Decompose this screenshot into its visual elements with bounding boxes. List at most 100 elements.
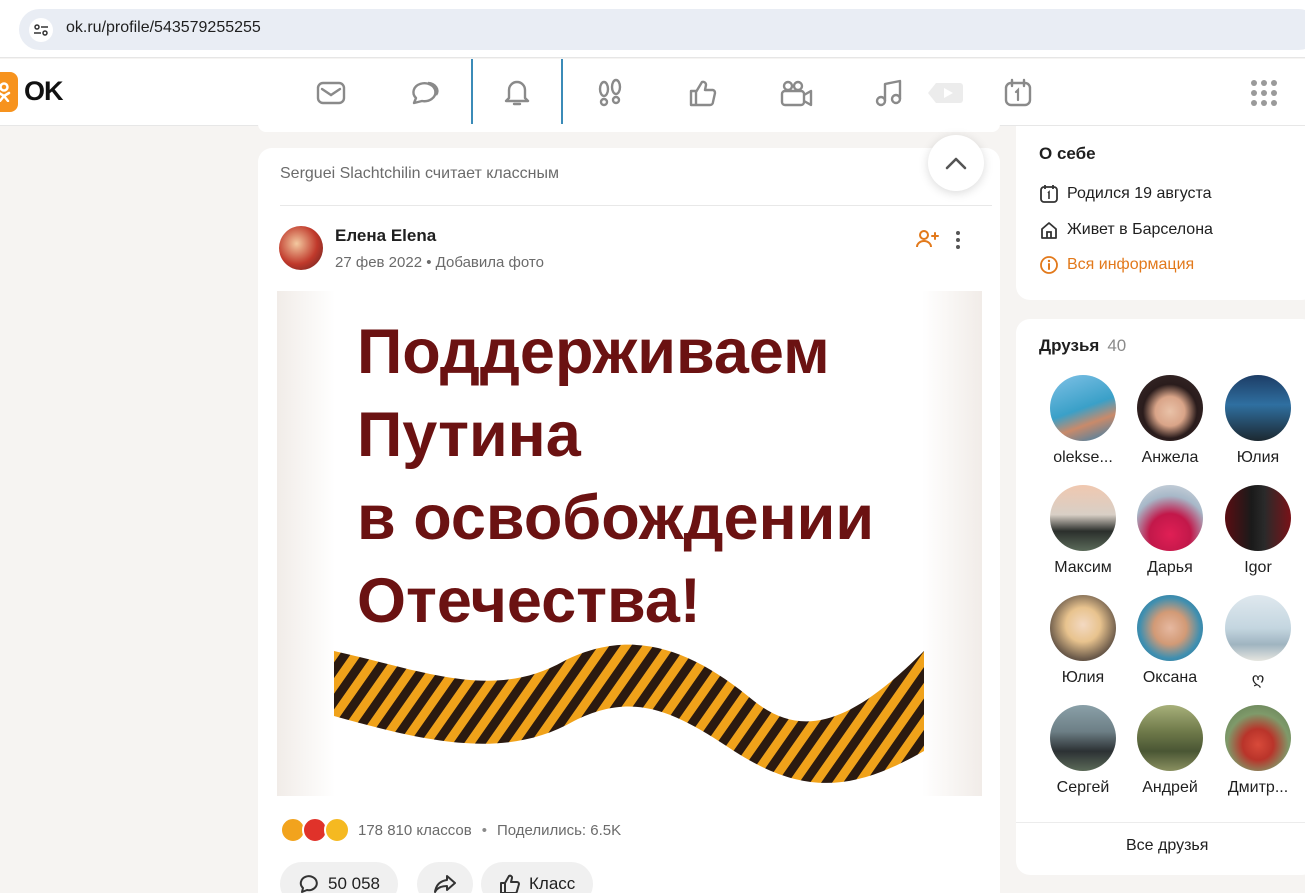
thumbs-up-icon (500, 874, 520, 893)
born-text: Родился 19 августа (1067, 185, 1212, 202)
friend-avatar (1225, 705, 1291, 771)
about-lives: Живет в Барселона (1039, 220, 1213, 240)
friend-name: Юлия (1236, 449, 1280, 466)
about-title: О себе (1039, 144, 1096, 163)
friend-avatar (1137, 375, 1203, 441)
friend-item[interactable]: Igor (1218, 485, 1298, 577)
friend-item[interactable]: Юлия (1043, 595, 1123, 687)
author-avatar[interactable] (279, 226, 323, 270)
friend-item[interactable]: Анжела (1130, 375, 1210, 467)
photo-line: в освобождении (357, 483, 875, 553)
friend-name: Максим (1054, 559, 1112, 576)
url-text[interactable]: ok.ru/profile/543579255255 (66, 19, 261, 37)
friend-name: Юлия (1061, 669, 1105, 686)
post-date: 27 фев 2022 (335, 254, 423, 271)
footprints-icon (598, 78, 622, 106)
nav-messages[interactable] (285, 59, 377, 126)
friend-avatar (1050, 595, 1116, 661)
classes-count[interactable]: 178 810 классов (358, 822, 472, 839)
reactions-summary[interactable]: 178 810 классов • Поделились: 6.5K (280, 816, 621, 844)
friend-avatar (1137, 595, 1203, 661)
ok-logo-icon[interactable] (0, 72, 18, 112)
friend-item[interactable]: Андрей (1130, 705, 1210, 797)
friend-name: ღ (1251, 671, 1265, 688)
chevron-up-icon (945, 157, 967, 170)
meta-separator: • (426, 254, 432, 271)
friend-name: Igor (1244, 559, 1272, 576)
friend-item[interactable]: Оксана (1130, 595, 1210, 687)
browser-toolbar: ok.ru/profile/543579255255 (0, 0, 1305, 58)
post-photo[interactable]: Поддерживаем Путина в освобождении Отече… (277, 291, 982, 796)
st-george-ribbon-image (334, 644, 924, 783)
friend-avatar (1137, 705, 1203, 771)
calendar-icon (1004, 78, 1032, 106)
all-info-link[interactable]: Вся информация (1039, 255, 1194, 275)
friend-item[interactable]: Юлия (1218, 375, 1298, 467)
address-bar[interactable]: ok.ru/profile/543579255255 (19, 9, 1305, 50)
friend-avatar (1225, 375, 1291, 441)
liked-by-text[interactable]: Serguei Slachtchilin считает классным (280, 165, 559, 183)
photo-edge-left (277, 291, 335, 796)
apps-grid-icon[interactable] (1250, 79, 1278, 111)
add-friend-button[interactable] (915, 229, 939, 253)
feed-post-card: Serguei Slachtchilin считает классным Ел… (258, 135, 1000, 893)
add-friend-icon (916, 230, 939, 248)
info-icon (1040, 256, 1058, 274)
dot-separator: • (481, 821, 487, 839)
friends-card: Друзья 40 olekse... Анжела Юлия Максим Да… (1016, 319, 1305, 875)
video-camera-icon (780, 80, 813, 106)
friend-name: Дмитр... (1227, 779, 1289, 796)
friend-item[interactable]: Максим (1043, 485, 1123, 577)
photo-text: Поддерживаем Путина в освобождении Отече… (357, 311, 874, 643)
friends-header[interactable]: Друзья 40 (1039, 336, 1126, 356)
friend-item[interactable]: Дарья (1130, 485, 1210, 577)
bell-icon (504, 80, 530, 105)
lives-text: Живет в Барселона (1067, 221, 1213, 238)
scroll-to-top-button[interactable] (928, 135, 984, 191)
photo-edge-right (922, 291, 982, 796)
friend-name: Дарья (1147, 559, 1193, 576)
mail-icon (316, 81, 346, 104)
logo-text[interactable]: OK (24, 76, 63, 107)
chat-icon (412, 81, 439, 104)
friend-item[interactable]: olekse... (1043, 375, 1123, 467)
friend-avatar (1050, 705, 1116, 771)
share-button[interactable] (417, 862, 473, 893)
more-vertical-icon (956, 231, 960, 249)
friend-name: olekse... (1053, 449, 1113, 466)
friend-item[interactable]: Сергей (1043, 705, 1123, 797)
shares-count[interactable]: Поделились: 6.5K (497, 822, 621, 839)
friend-item[interactable]: ღ (1218, 595, 1298, 689)
post-menu-button[interactable] (955, 230, 961, 254)
friend-avatar (1050, 375, 1116, 441)
author-name[interactable]: Елена Elena (335, 226, 436, 246)
thumbs-up-icon (689, 80, 717, 106)
comments-button[interactable]: 50 058 (280, 862, 398, 893)
nav-guests[interactable] (564, 59, 656, 126)
post-meta: 27 фев 2022 • Добавила фото (335, 254, 544, 271)
friend-name: Оксана (1142, 669, 1198, 686)
friend-avatar (1137, 485, 1203, 551)
friend-name: Анжела (1141, 449, 1199, 466)
friend-avatar (1050, 485, 1116, 551)
top-navigation: OK (0, 59, 1305, 126)
nav-video[interactable] (750, 59, 842, 126)
all-friends-link[interactable]: Все друзья (1126, 837, 1208, 855)
divider (280, 205, 992, 206)
site-settings-icon[interactable] (29, 18, 53, 42)
friend-avatar (1225, 595, 1291, 661)
comments-count: 50 058 (328, 874, 380, 893)
friend-name: Андрей (1142, 779, 1198, 796)
class-button[interactable]: Класс (481, 862, 594, 893)
about-card: О себе Родился 19 августа Живет в Барсел… (1016, 126, 1305, 300)
nav-notifications[interactable] (471, 59, 563, 126)
class-label: Класс (529, 874, 576, 893)
nav-discussions[interactable] (378, 59, 470, 126)
nav-calendar[interactable] (972, 59, 1064, 126)
share-arrow-icon (434, 875, 456, 893)
friend-name: Сергей (1056, 779, 1110, 796)
nav-events[interactable] (657, 59, 749, 126)
friend-item[interactable]: Дмитр... (1218, 705, 1298, 797)
friends-count: 40 (1107, 336, 1127, 355)
all-info-text: Вся информация (1067, 256, 1195, 273)
